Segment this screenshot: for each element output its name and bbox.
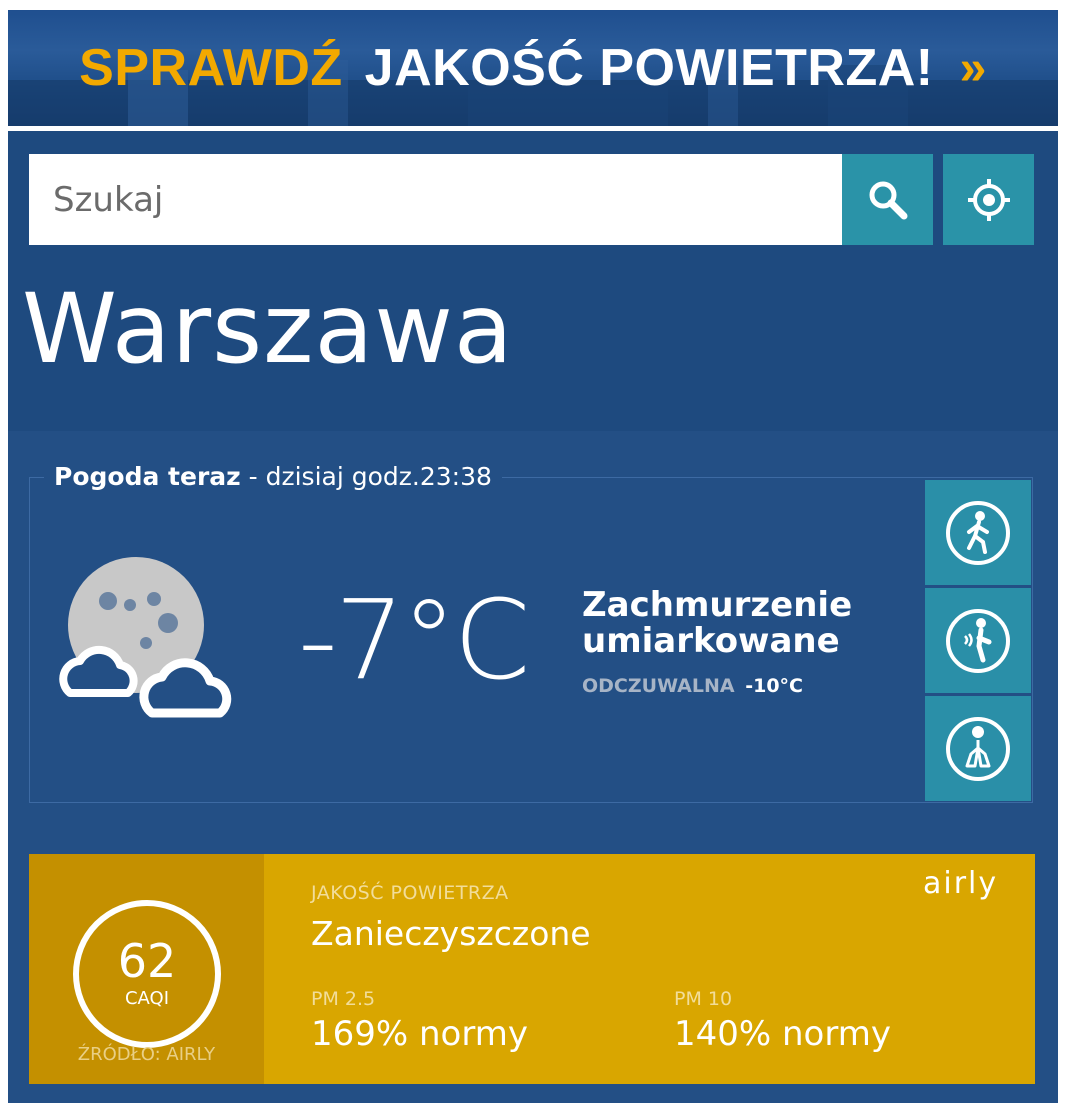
- air-quality-card[interactable]: 62 CAQI ŹRÓDŁO: AIRLY JAKOŚĆ POWIETRZA Z…: [29, 854, 1035, 1084]
- feels-like: ODCZUWALNA -10°C: [582, 675, 803, 697]
- health-breathing-button[interactable]: [925, 696, 1031, 801]
- condition-line-2: umiarkowane: [582, 621, 840, 661]
- lungs-icon: [946, 716, 1010, 781]
- air-quality-label: JAKOŚĆ POWIETRZA: [311, 882, 509, 904]
- search-button[interactable]: [842, 154, 933, 245]
- locate-icon: [967, 178, 1010, 221]
- pm10-value: 140% normy: [674, 1014, 891, 1054]
- banner-arrow: »: [959, 41, 987, 95]
- weather-now-label: Pogoda teraz: [54, 462, 241, 491]
- weather-condition: Zachmurzenie umiarkowane: [582, 587, 902, 659]
- air-quality-status: Zanieczyszczone: [311, 914, 591, 953]
- pm25-label: PM 2.5: [311, 988, 376, 1010]
- locate-button[interactable]: [943, 154, 1034, 245]
- air-quality-banner[interactable]: SPRAWDŹ JAKOŚĆ POWIETRZA! »: [8, 10, 1058, 126]
- pm25-value: 169% normy: [311, 1014, 528, 1054]
- weather-panel: Warszawa Pogoda teraz - dzisiaj godz.23:…: [8, 131, 1058, 1103]
- data-source: ŹRÓDŁO: AIRLY: [77, 1044, 216, 1065]
- temperature: -7°C: [298, 576, 530, 704]
- feels-like-label: ODCZUWALNA: [582, 675, 735, 697]
- moon-clouds-icon: [59, 557, 232, 718]
- search-input[interactable]: [29, 154, 842, 245]
- air-quality-index-panel: 62 CAQI ŹRÓDŁO: AIRLY: [29, 854, 264, 1084]
- caqi-value: 62: [117, 934, 177, 988]
- banner-text: SPRAWDŹ JAKOŚĆ POWIETRZA! »: [8, 10, 1058, 126]
- search-header: Warszawa: [8, 131, 1058, 431]
- walking-person-icon: [946, 500, 1010, 565]
- city-name: Warszawa: [22, 273, 514, 385]
- activity-button[interactable]: [925, 480, 1031, 585]
- banner-word-check: SPRAWDŹ: [79, 39, 343, 97]
- condition-line-1: Zachmurzenie: [582, 585, 853, 625]
- caqi-unit: CAQI: [124, 988, 170, 1009]
- health-joints-button[interactable]: [925, 588, 1031, 693]
- airly-logo: airly: [923, 866, 999, 901]
- joint-pain-icon: [946, 608, 1010, 673]
- pm10-label: PM 10: [674, 988, 733, 1010]
- weather-now-heading: Pogoda teraz - dzisiaj godz.23:38: [44, 459, 502, 495]
- feels-like-value: -10°C: [745, 675, 803, 697]
- search-icon: [869, 181, 907, 219]
- weather-now-time: - dzisiaj godz.23:38: [240, 462, 492, 491]
- banner-word-air-quality: JAKOŚĆ POWIETRZA!: [364, 39, 934, 97]
